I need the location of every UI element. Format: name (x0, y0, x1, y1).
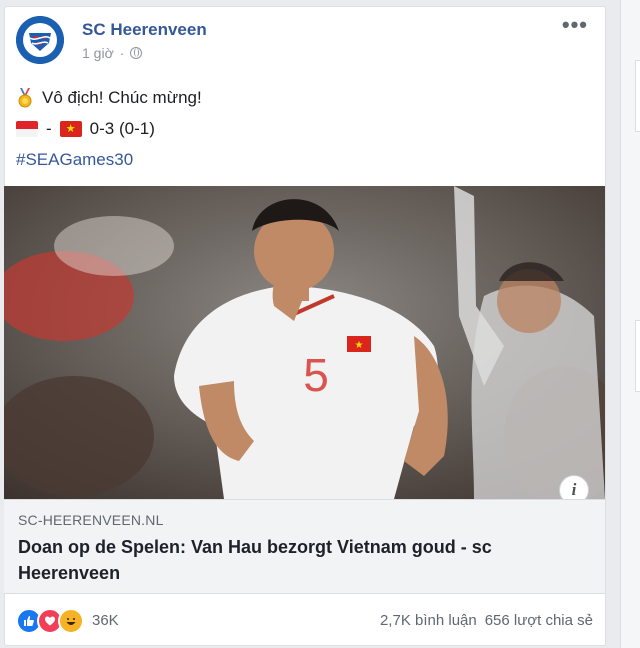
link-preview-image[interactable]: ★ 5 i (4, 186, 605, 499)
post-time[interactable]: 1 giờ (82, 45, 114, 61)
post-header: SC Heerenveen 1 giờ · ••• (12, 12, 590, 68)
post-text-line-1: Vô địch! Chúc mừng! (16, 88, 202, 108)
info-icon[interactable]: i (559, 475, 589, 499)
post-stats: 2,7K bình luận 656 lượt chia sẻ (380, 612, 593, 629)
link-domain: SC-HEERENVEEN.NL (18, 512, 164, 528)
indonesia-flag-icon (16, 121, 38, 137)
post-text-line-3: #SEAGames30 (16, 150, 133, 170)
shares-count[interactable]: 656 lượt chia sẻ (485, 612, 593, 629)
post-text: Vô địch! Chúc mừng! (42, 88, 202, 107)
post-text-line-2: - ★ 0-3 (0-1) (16, 119, 155, 139)
post-footer: 36K 2,7K bình luận 656 lượt chia sẻ (12, 600, 597, 640)
more-icon[interactable]: ••• (562, 14, 588, 36)
link-preview-caption[interactable]: SC-HEERENVEEN.NL Doan op de Spelen: Van … (4, 499, 605, 594)
vietnam-flag-icon: ★ (59, 121, 82, 137)
heerenveen-logo[interactable] (16, 16, 64, 64)
panel-edge (635, 60, 640, 132)
link-title[interactable]: Doan op de Spelen: Van Hau bezorgt Vietn… (18, 534, 578, 586)
right-panel-strip (620, 0, 640, 648)
panel-edge (635, 320, 640, 392)
medal-icon (16, 88, 34, 108)
svg-text:★: ★ (355, 340, 364, 351)
meta-separator: · (119, 45, 125, 61)
reactions-summary[interactable] (16, 608, 84, 634)
globe-icon[interactable] (130, 47, 143, 59)
page-name-link[interactable]: SC Heerenveen (82, 20, 207, 40)
hashtag-link[interactable]: #SEAGames30 (16, 150, 133, 170)
reaction-count[interactable]: 36K (92, 612, 119, 629)
jersey-number: 5 (303, 349, 329, 401)
comments-count[interactable]: 2,7K bình luận (380, 612, 477, 629)
score-dash: - (46, 119, 52, 138)
post-meta: 1 giờ · (82, 45, 143, 61)
haha-icon (58, 608, 84, 634)
score-text: 0-3 (0-1) (89, 119, 155, 138)
